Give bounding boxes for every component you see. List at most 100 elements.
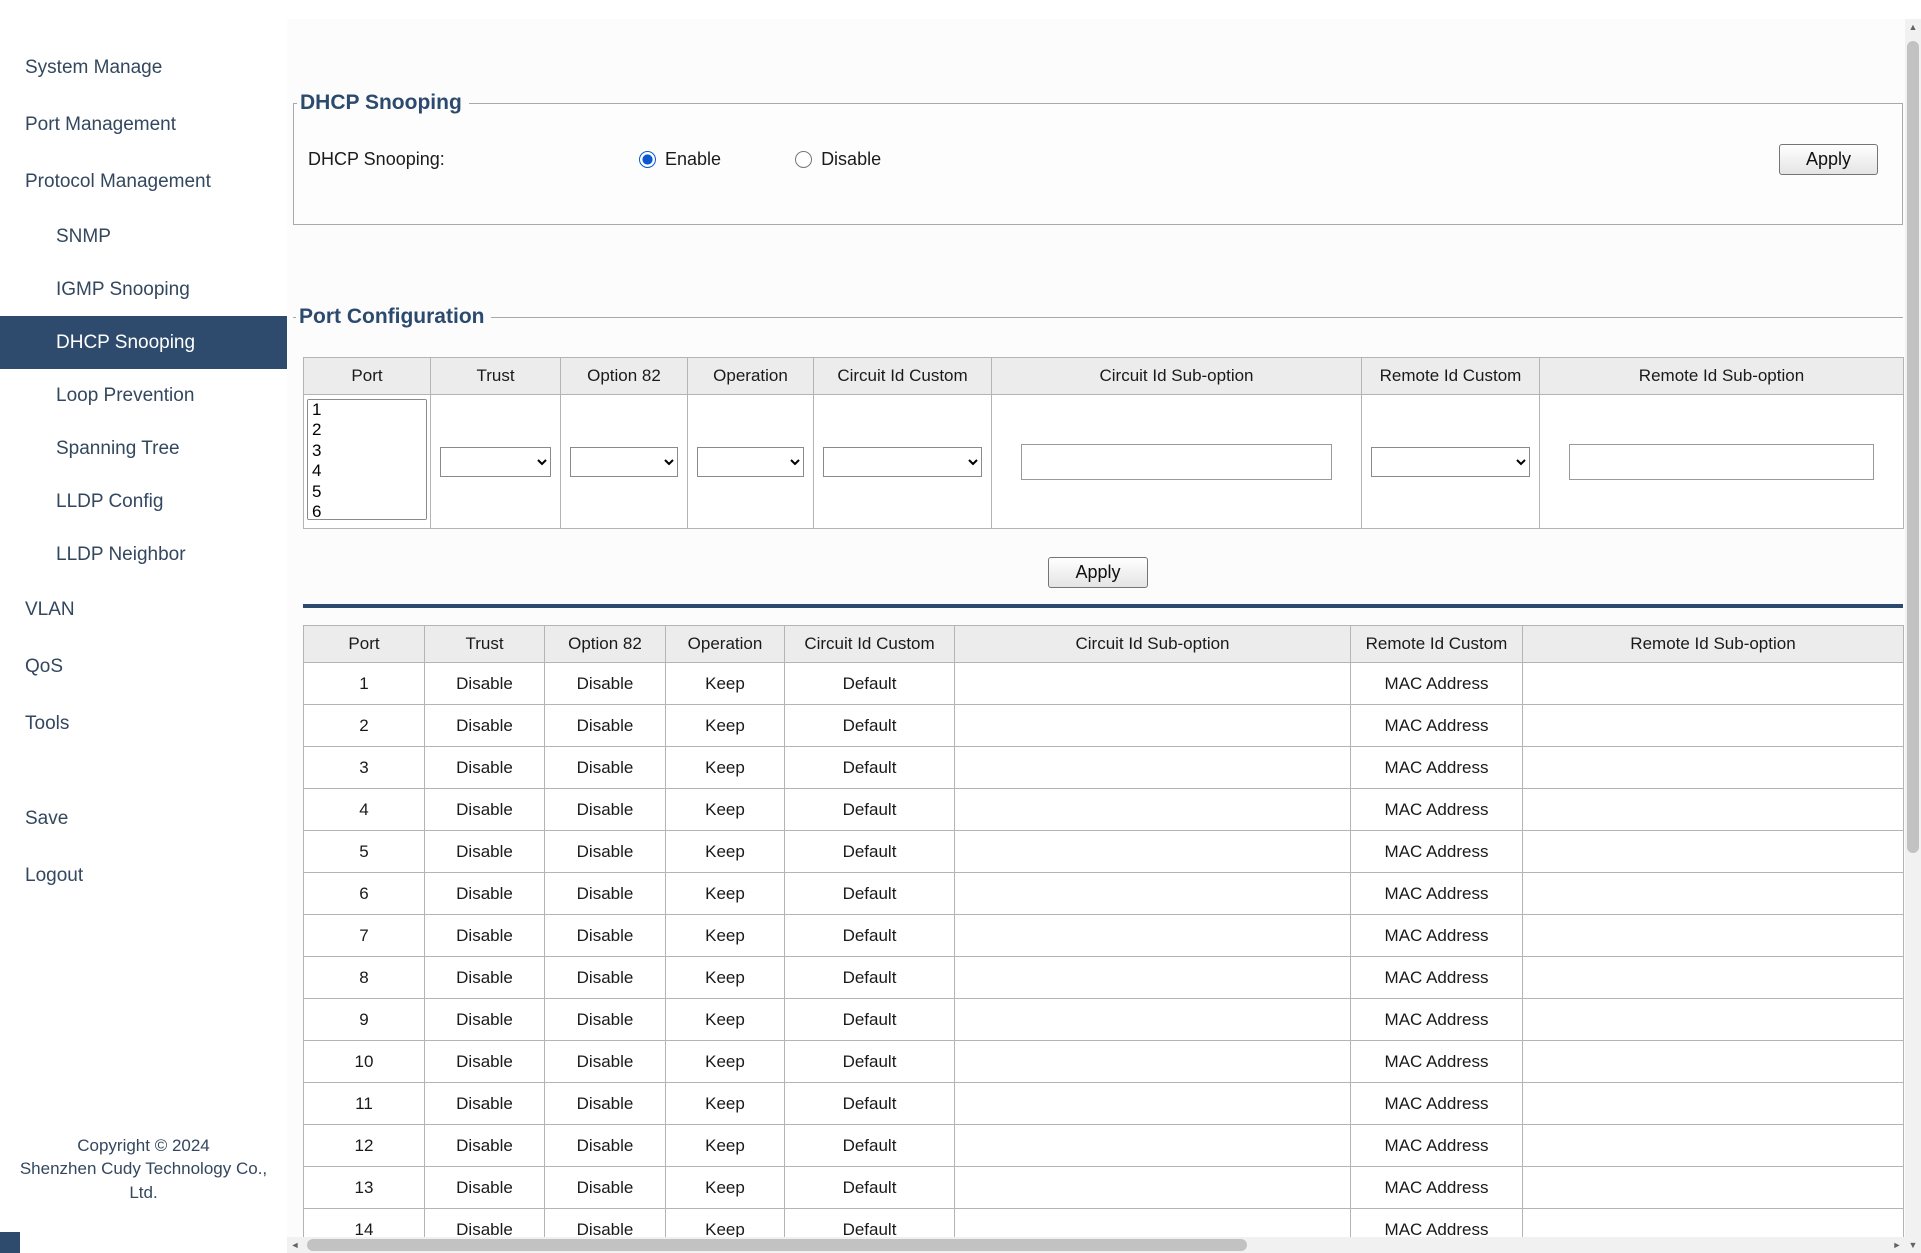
remote-id-custom-select[interactable] [1371,447,1530,477]
scroll-left-icon[interactable]: ◄ [287,1237,303,1253]
sidebar-nav: System ManagePort ManagementProtocol Man… [0,39,287,904]
status-table-header-row: PortTrustOption 82OperationCircuit Id Cu… [304,626,1904,663]
app-window: System ManagePort ManagementProtocol Man… [0,19,1905,1253]
column-header: Circuit Id Custom [785,626,955,663]
table-cell: Disable [425,789,545,831]
table-cell: Disable [545,789,666,831]
table-row: 6DisableDisableKeepDefaultMAC Address [304,873,1904,915]
table-cell: Default [785,789,955,831]
sidebar-item-protocol-management[interactable]: Protocol Management [0,153,287,210]
sidebar-item-loop-prevention[interactable]: Loop Prevention [0,369,287,422]
remote-id-suboption-input[interactable] [1569,444,1874,480]
table-cell [1523,873,1904,915]
dhcp-apply-button[interactable]: Apply [1779,144,1878,175]
sidebar: System ManagePort ManagementProtocol Man… [0,19,287,1253]
table-cell [1523,663,1904,705]
enable-radio[interactable] [639,151,656,168]
table-cell: Default [785,1125,955,1167]
sidebar-item-lldp-neighbor[interactable]: LLDP Neighbor [0,528,287,581]
table-cell [1523,831,1904,873]
table-cell: 3 [304,747,425,789]
table-cell [955,789,1351,831]
operation-select[interactable] [697,447,804,477]
sidebar-item-dhcp-snooping[interactable]: DHCP Snooping [0,316,287,369]
table-cell: Keep [666,873,785,915]
circuit-id-suboption-input[interactable] [1021,444,1331,480]
table-cell: MAC Address [1351,663,1523,705]
port-option[interactable]: 4 [308,461,426,481]
sidebar-item-qos[interactable]: QoS [0,638,287,695]
table-cell: Disable [425,831,545,873]
sidebar-item-save[interactable]: Save [0,790,287,847]
trust-select[interactable] [440,447,551,477]
sidebar-item-vlan[interactable]: VLAN [0,581,287,638]
main-content: DHCP Snooping DHCP Snooping: EnableDisab… [287,19,1905,1253]
column-header: Option 82 [545,626,666,663]
top-strip [0,0,1921,19]
horizontal-scrollbar-thumb[interactable] [307,1239,1247,1251]
table-cell: Disable [425,747,545,789]
sidebar-item-logout[interactable]: Logout [0,847,287,904]
copyright-line: Copyright © 2024 [0,1134,287,1158]
sidebar-item-system-manage[interactable]: System Manage [0,39,287,96]
table-cell: 10 [304,1041,425,1083]
port-option[interactable]: 1 [308,400,426,420]
column-header: Circuit Id Custom [814,358,992,395]
port-option[interactable]: 5 [308,482,426,502]
table-cell [1523,705,1904,747]
table-cell: Disable [545,915,666,957]
table-cell [955,957,1351,999]
table-cell [955,747,1351,789]
port-configuration-section: Port Configuration PortTrustOption 82Ope… [293,305,1903,1251]
dhcp-snooping-field-row: DHCP Snooping: EnableDisable Apply [294,115,1902,203]
column-header: Option 82 [561,358,688,395]
radio-option-enable[interactable]: Enable [639,149,721,170]
column-header: Remote Id Sub-option [1523,626,1904,663]
scroll-down-icon[interactable]: ▼ [1905,1237,1921,1253]
port-option[interactable]: 6 [308,502,426,520]
table-cell [1523,1167,1904,1209]
table-cell: 12 [304,1125,425,1167]
table-cell: Default [785,705,955,747]
table-cell: Keep [666,747,785,789]
port-option[interactable]: 3 [308,441,426,461]
vertical-scrollbar-thumb[interactable] [1907,41,1919,853]
table-cell: Keep [666,915,785,957]
sidebar-item-tools[interactable]: Tools [0,695,287,752]
option82-select[interactable] [570,447,678,477]
table-row: 9DisableDisableKeepDefaultMAC Address [304,999,1904,1041]
table-cell [1523,999,1904,1041]
table-row: 10DisableDisableKeepDefaultMAC Address [304,1041,1904,1083]
table-cell [955,915,1351,957]
table-cell: Disable [545,999,666,1041]
disable-radio[interactable] [795,151,812,168]
sidebar-item-igmp-snooping[interactable]: IGMP Snooping [0,263,287,316]
table-cell: Disable [425,1083,545,1125]
table-cell: MAC Address [1351,1083,1523,1125]
vertical-scrollbar[interactable]: ▲ ▼ [1905,19,1921,1253]
table-cell [955,1083,1351,1125]
table-cell [1523,1041,1904,1083]
sidebar-item-lldp-config[interactable]: LLDP Config [0,475,287,528]
copyright-line: Ltd. [0,1181,287,1205]
scroll-up-icon[interactable]: ▲ [1905,19,1921,35]
table-cell [955,873,1351,915]
sidebar-item-snmp[interactable]: SNMP [0,210,287,263]
table-cell: Disable [545,957,666,999]
port-option[interactable]: 2 [308,420,426,440]
table-row: 5DisableDisableKeepDefaultMAC Address [304,831,1904,873]
circuit-id-custom-select[interactable] [823,447,982,477]
port-config-apply-button[interactable]: Apply [1048,557,1147,588]
table-cell: Default [785,957,955,999]
radio-option-disable[interactable]: Disable [795,149,881,170]
table-cell: MAC Address [1351,957,1523,999]
table-cell: Disable [545,1125,666,1167]
table-cell: Disable [545,663,666,705]
port-listbox[interactable]: 123456 [307,399,427,520]
sidebar-item-port-management[interactable]: Port Management [0,96,287,153]
scroll-right-icon[interactable]: ► [1889,1237,1905,1253]
table-cell: Default [785,1041,955,1083]
table-cell: Disable [425,663,545,705]
sidebar-item-spanning-tree[interactable]: Spanning Tree [0,422,287,475]
horizontal-scrollbar[interactable]: ◄ ► [287,1237,1905,1253]
